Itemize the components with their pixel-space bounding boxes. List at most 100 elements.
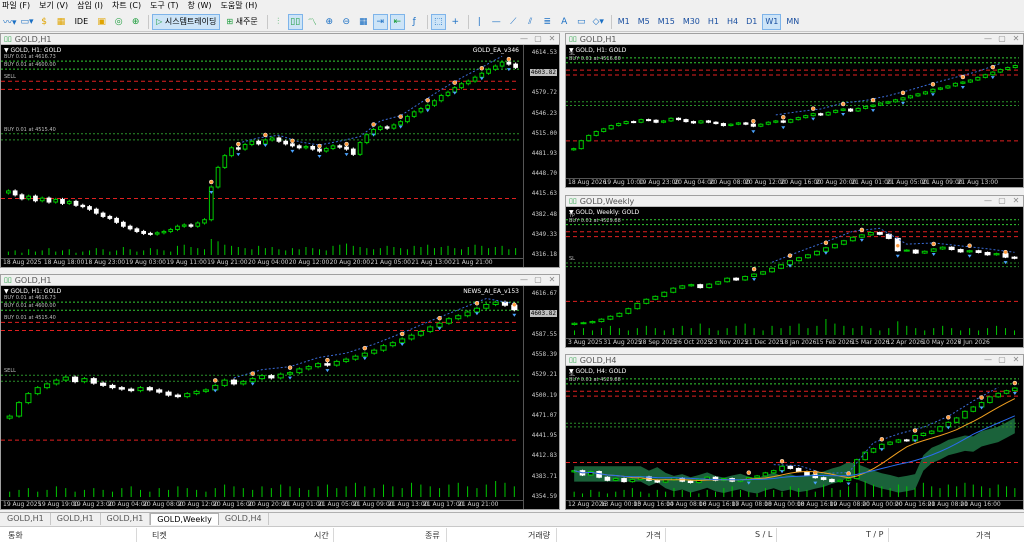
channel-icon[interactable]: ⫽ (523, 14, 538, 30)
close-icon[interactable]: ✕ (547, 275, 557, 284)
tf-d1[interactable]: D1 (743, 14, 760, 30)
label-icon[interactable]: ▭ (574, 14, 589, 30)
bar-chart-icon[interactable]: ⫶ (271, 14, 286, 30)
signals-icon[interactable]: ◎ (111, 14, 126, 30)
maximize-icon[interactable]: ▢ (997, 355, 1007, 364)
templates-icon[interactable]: ▭▾ (20, 14, 35, 30)
chart-window-gold-h4[interactable]: ▯▯ GOLD,H4 — ▢ ✕ 12 Aug 2026 13 Aug 00:00 13 Au… (565, 354, 1024, 510)
line-chart-icon[interactable]: 〽 (305, 14, 320, 30)
maximize-icon[interactable]: ▢ (997, 196, 1007, 205)
autoscroll-icon[interactable]: ⇥ (372, 13, 388, 30)
maximize-icon[interactable]: ▢ (533, 275, 543, 284)
time-tick: 20 Aug 20:00 (329, 259, 371, 266)
maximize-icon[interactable]: ▢ (997, 34, 1007, 43)
menu-charts[interactable]: 차트 (C) (112, 0, 141, 12)
menu-window[interactable]: 창 (W) (187, 0, 211, 12)
candle-chart-icon[interactable]: ▯▯ (287, 13, 303, 30)
zoom-out-icon[interactable]: ⊖ (339, 14, 354, 30)
menu-tools[interactable]: 도구 (T) (150, 0, 178, 12)
maximize-icon[interactable]: ▢ (533, 34, 543, 43)
col-time[interactable]: 시간 (314, 530, 329, 541)
tab-gold-h4[interactable]: GOLD,H4 (219, 513, 269, 525)
crosshair-icon[interactable]: + (448, 14, 463, 30)
market-icon[interactable]: ⊕ (128, 14, 143, 30)
trade-marker-icon (425, 98, 430, 103)
price-tick: 4349.33 (531, 230, 557, 238)
trade-marker-icon (751, 118, 756, 124)
col-ticket[interactable]: 티켓 (152, 530, 167, 541)
col-tp[interactable]: T / P (866, 530, 884, 539)
tf-w1[interactable]: W1 (762, 13, 782, 30)
minimize-icon[interactable]: — (983, 355, 993, 364)
minimize-icon[interactable]: — (983, 196, 993, 205)
candle-body (754, 475, 760, 479)
tf-h1[interactable]: H1 (705, 14, 722, 30)
tf-m1[interactable]: M1 (615, 14, 633, 30)
close-icon[interactable]: ✕ (1011, 34, 1021, 43)
tf-m5[interactable]: M5 (635, 14, 653, 30)
toolbar-divider (266, 14, 268, 29)
close-icon[interactable]: ✕ (547, 34, 557, 43)
tf-m30[interactable]: M30 (680, 14, 703, 30)
shapes-icon[interactable]: ◇▾ (591, 14, 606, 30)
cursor-icon[interactable]: ⬚ (430, 13, 446, 30)
chart-plot-area[interactable]: 3 Aug 2025 31 Aug 2025 28 Sep 2025 26 Oct 2… (566, 207, 1023, 347)
chart-shift-icon[interactable]: ⇤ (389, 13, 405, 30)
indicators-icon[interactable]: ƒ (407, 14, 422, 30)
chart-plot-area[interactable]: 12 Aug 2026 13 Aug 00:00 13 Aug 16:00 14 Au… (566, 366, 1023, 509)
chart-plot-area[interactable]: 4614.53 4603.82 4579.72 4546.23 4515.00 4481.… (1, 45, 559, 267)
minimize-icon[interactable]: — (519, 275, 529, 284)
fibo-icon[interactable]: ≣ (540, 14, 555, 30)
price-tick: 4616.67 (531, 290, 557, 297)
chart-window-gold-weekly[interactable]: ▯▯ GOLD,Weekly — ▢ ✕ 3 Aug 2025 31 Aug 2025 28 … (565, 195, 1024, 348)
tab-gold-h1-2[interactable]: GOLD,H1 (51, 513, 101, 525)
col-volume[interactable]: 거래량 (528, 530, 550, 541)
tf-mn[interactable]: MN (783, 14, 802, 30)
tf-h4[interactable]: H4 (724, 14, 741, 30)
chart-plot-area[interactable]: 4616.67 4603.82 4587.55 4558.39 4529.21 4500.… (1, 286, 559, 509)
menu-view[interactable]: 보기 (V) (39, 0, 68, 12)
tab-gold-h1-1[interactable]: GOLD,H1 (1, 513, 51, 525)
col-price[interactable]: 가격 (646, 530, 661, 541)
text-icon[interactable]: A (557, 14, 572, 30)
tile-icon[interactable]: ▦ (356, 14, 371, 30)
chart-window-gold-h1-b[interactable]: ▯▯ GOLD,H1 — ▢ ✕ 18 Aug 2026 19 Aug 10:00 19 Au… (565, 33, 1024, 188)
minimize-icon[interactable]: — (983, 34, 993, 43)
buy-arrow-icon (752, 278, 757, 282)
tab-gold-weekly[interactable]: GOLD,Weekly (150, 513, 219, 525)
new-order-button[interactable]: ⊞ 새주문 (222, 14, 261, 30)
tab-gold-h1-3[interactable]: GOLD,H1 (101, 513, 151, 525)
navigator-icon[interactable]: ▦ (54, 14, 69, 30)
col-divider (776, 528, 777, 542)
menu-file[interactable]: 파일 (F) (2, 0, 30, 12)
horizontal-line-icon[interactable]: — (489, 14, 504, 30)
menu-insert[interactable]: 삽입 (I) (77, 0, 103, 12)
chart-type-icon[interactable]: 〰▾ (2, 14, 18, 30)
close-icon[interactable]: ✕ (1011, 196, 1021, 205)
chart-plot-area[interactable]: 18 Aug 2026 19 Aug 10:00 19 Aug 23:00 20 Au… (566, 45, 1023, 187)
algo-trading-button[interactable]: ▷ 시스템트레이딩 (152, 13, 221, 30)
col-current-price[interactable]: 가격 (976, 530, 991, 541)
window-controls: — ▢ ✕ (515, 34, 557, 43)
col-type[interactable]: 종류 (425, 530, 440, 541)
chart-window-gold-h1-c[interactable]: ▯▯ GOLD,H1 — ▢ ✕ 4616.67 4603.82 4587.55 4558.39… (0, 274, 560, 510)
menu-help[interactable]: 도움말 (H) (221, 0, 258, 12)
lock-icon[interactable]: ▣ (94, 14, 109, 30)
ide-button[interactable]: IDE (71, 14, 93, 30)
trade-marker-icon (479, 66, 485, 71)
candle-body (486, 68, 491, 74)
terminal-header: 통화 티켓 시간 종류 거래량 가격 S / L T / P 가격 (0, 526, 1024, 543)
col-symbol[interactable]: 통화 (8, 530, 23, 541)
candle-body (982, 74, 988, 78)
col-sl[interactable]: S / L (755, 530, 772, 539)
symbols-icon[interactable]: $ (37, 14, 52, 30)
trendline-icon[interactable]: ⟋ (506, 14, 521, 30)
tf-m15[interactable]: M15 (655, 14, 678, 30)
chart-window-gold-h1-a[interactable]: ▯▯ GOLD,H1 — ▢ ✕ 4614.53 4603.82 4579.72 4546.23… (0, 33, 560, 268)
candle-body (616, 123, 622, 127)
candle-body (743, 122, 749, 125)
zoom-in-icon[interactable]: ⊕ (322, 14, 337, 30)
close-icon[interactable]: ✕ (1011, 355, 1021, 364)
vertical-line-icon[interactable]: | (472, 14, 487, 30)
minimize-icon[interactable]: — (519, 34, 529, 43)
